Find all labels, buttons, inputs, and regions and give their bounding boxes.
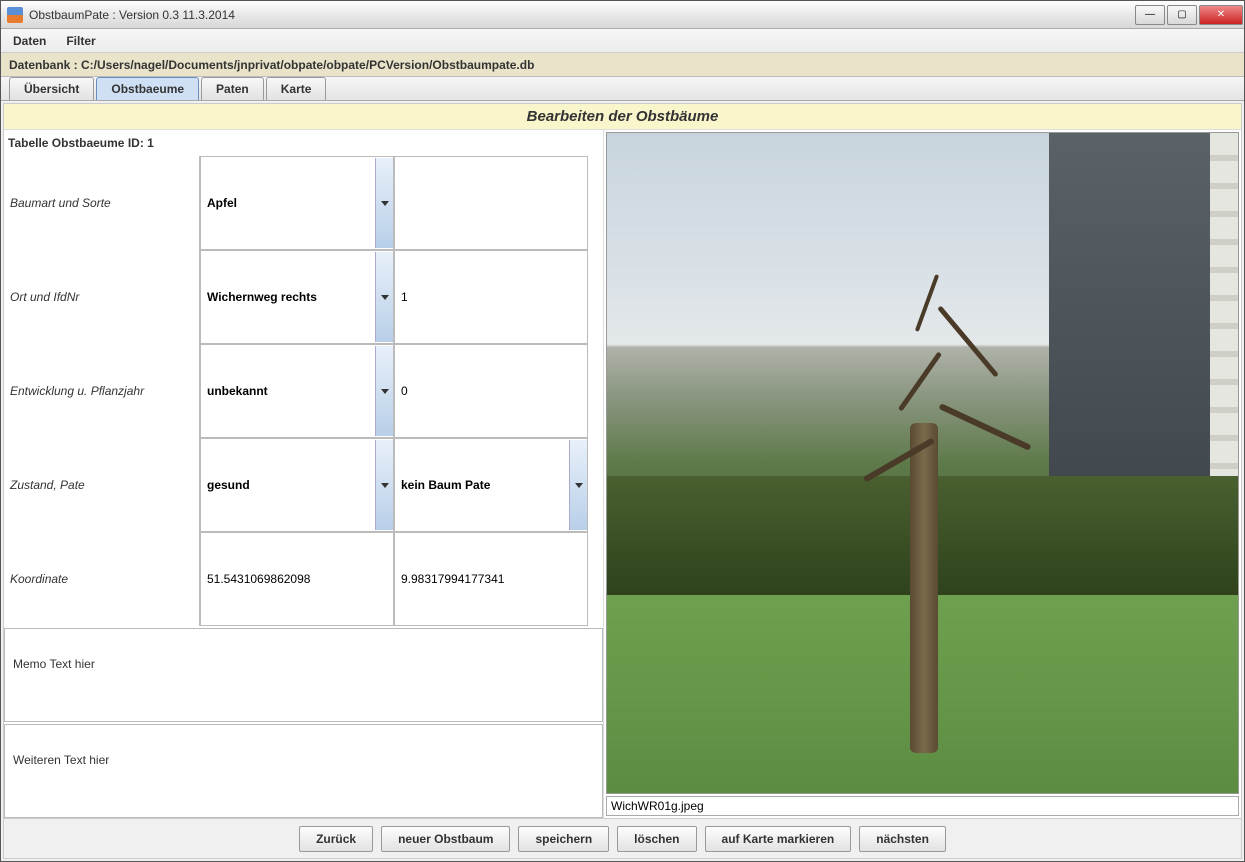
back-button[interactable]: Zurück xyxy=(299,826,373,852)
field-zustand[interactable]: gesund xyxy=(200,438,394,532)
row-label-entwicklung: Entwicklung u. Pflanzjahr xyxy=(4,344,200,438)
tab-obstbaeume[interactable]: Obstbaeume xyxy=(96,77,199,100)
field-baumart[interactable]: Apfel xyxy=(200,156,394,250)
field-lat[interactable]: 51.5431069862098 xyxy=(200,532,394,626)
field-ort-value: Wichernweg rechts xyxy=(207,290,317,304)
titlebar: ObstbaumPate : Version 0.3 11.3.2014 — ▢… xyxy=(1,1,1244,29)
new-button[interactable]: neuer Obstbaum xyxy=(381,826,510,852)
chevron-down-icon[interactable] xyxy=(375,346,393,436)
row-label-zustand: Zustand, Pate xyxy=(4,438,200,532)
field-ifdnr[interactable]: 1 xyxy=(394,250,588,344)
row-label-baumart: Baumart und Sorte xyxy=(4,156,200,250)
window-controls: — ▢ ✕ xyxy=(1134,3,1244,27)
mark-on-map-button[interactable]: auf Karte markieren xyxy=(705,826,852,852)
field-entwicklung-value: unbekannt xyxy=(207,384,268,398)
field-lat-value: 51.5431069862098 xyxy=(207,572,310,586)
field-ifdnr-value: 1 xyxy=(401,290,408,304)
tab-paten[interactable]: Paten xyxy=(201,77,264,100)
tree-photo xyxy=(606,132,1239,794)
tab-karte[interactable]: Karte xyxy=(266,77,327,100)
field-lon[interactable]: 9.98317994177341 xyxy=(394,532,588,626)
memo-text-value: Memo Text hier xyxy=(13,657,95,671)
image-area: WichWR01g.jpeg xyxy=(604,130,1241,818)
save-button[interactable]: speichern xyxy=(518,826,609,852)
chevron-down-icon[interactable] xyxy=(569,440,587,530)
section-title: Bearbeiten der Obstbäume xyxy=(4,104,1241,130)
menu-filter[interactable]: Filter xyxy=(62,32,99,50)
row-label-koordinate: Koordinate xyxy=(4,532,200,626)
java-icon xyxy=(7,7,23,23)
memo-text-field[interactable]: Memo Text hier xyxy=(4,628,603,722)
field-sorte[interactable] xyxy=(394,156,588,250)
form-area: Tabelle Obstbaeume ID: 1 Baumart und Sor… xyxy=(4,130,604,818)
menubar: Daten Filter xyxy=(1,29,1244,53)
image-filename: WichWR01g.jpeg xyxy=(606,796,1239,816)
tab-uebersicht[interactable]: Übersicht xyxy=(9,77,94,100)
form-grid: Baumart und Sorte Apfel Ort und IfdNr Wi… xyxy=(4,156,603,626)
database-path-text: Datenbank : C:/Users/nagel/Documents/jnp… xyxy=(9,58,534,72)
field-pflanzjahr-value: 0 xyxy=(401,384,408,398)
field-entwicklung[interactable]: unbekannt xyxy=(200,344,394,438)
field-pate-value: kein Baum Pate xyxy=(401,478,490,492)
button-bar: Zurück neuer Obstbaum speichern löschen … xyxy=(4,818,1241,858)
delete-button[interactable]: löschen xyxy=(617,826,696,852)
field-pflanzjahr[interactable]: 0 xyxy=(394,344,588,438)
tabbar: Übersicht Obstbaeume Paten Karte xyxy=(1,77,1244,101)
field-lon-value: 9.98317994177341 xyxy=(401,572,504,586)
window-title: ObstbaumPate : Version 0.3 11.3.2014 xyxy=(29,8,235,22)
row-label-ort: Ort und IfdNr xyxy=(4,250,200,344)
minimize-button[interactable]: — xyxy=(1135,5,1165,25)
table-id-label: Tabelle Obstbaeume ID: 1 xyxy=(4,130,603,156)
maximize-button[interactable]: ▢ xyxy=(1167,5,1197,25)
chevron-down-icon[interactable] xyxy=(375,252,393,342)
close-button[interactable]: ✕ xyxy=(1199,5,1243,25)
extra-text-field[interactable]: Weiteren Text hier xyxy=(4,724,603,818)
field-baumart-value: Apfel xyxy=(207,196,237,210)
content-area: Bearbeiten der Obstbäume Tabelle Obstbae… xyxy=(3,103,1242,859)
chevron-down-icon[interactable] xyxy=(375,158,393,248)
app-window: ObstbaumPate : Version 0.3 11.3.2014 — ▢… xyxy=(0,0,1245,862)
field-pate[interactable]: kein Baum Pate xyxy=(394,438,588,532)
database-path-bar: Datenbank : C:/Users/nagel/Documents/jnp… xyxy=(1,53,1244,77)
menu-daten[interactable]: Daten xyxy=(9,32,50,50)
chevron-down-icon[interactable] xyxy=(375,440,393,530)
field-zustand-value: gesund xyxy=(207,478,250,492)
extra-text-value: Weiteren Text hier xyxy=(13,753,109,767)
next-button[interactable]: nächsten xyxy=(859,826,946,852)
field-ort[interactable]: Wichernweg rechts xyxy=(200,250,394,344)
